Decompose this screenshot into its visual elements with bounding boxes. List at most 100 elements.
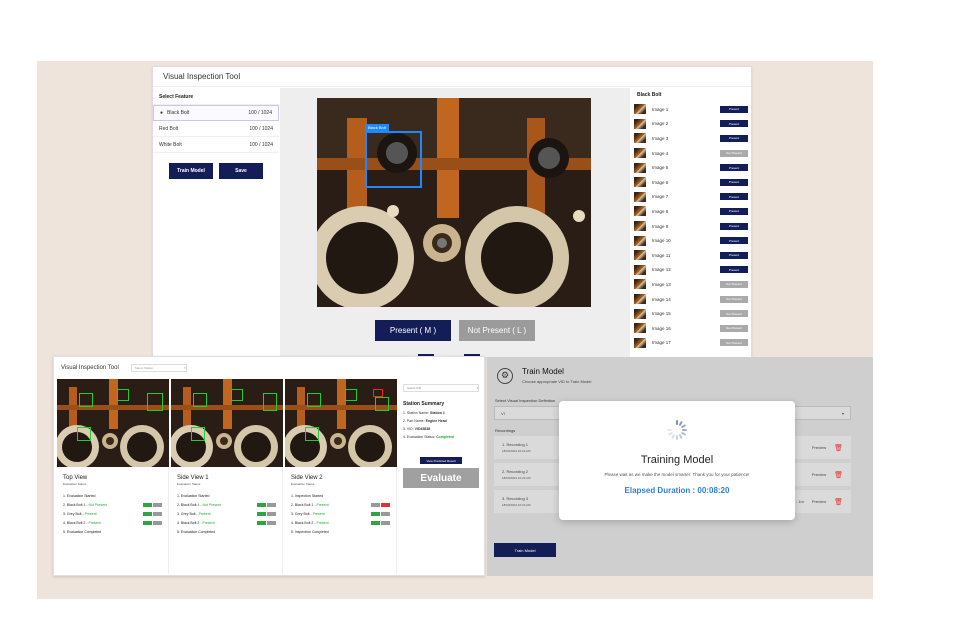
recording-time: 10:24 AM bbox=[517, 503, 531, 507]
image-list: Image 1 Present Image 2 Present Image 3 Prese… bbox=[631, 102, 751, 350]
image-status-tag[interactable]: Not Present bbox=[720, 324, 748, 332]
status-mark[interactable] bbox=[267, 520, 276, 525]
status-mark[interactable] bbox=[267, 502, 276, 507]
image-list-item[interactable]: Image 6 Present bbox=[631, 175, 751, 190]
bounding-box-label: Black Bolt bbox=[365, 124, 389, 131]
preview-link[interactable]: Preview bbox=[812, 445, 826, 450]
status-row: 3. Grey Bolt - Present bbox=[285, 509, 396, 518]
image-status-tag[interactable]: Present bbox=[720, 120, 748, 128]
train-model-submit-button[interactable]: Train Model bbox=[494, 543, 556, 557]
status-row: 1. Inspection Started bbox=[285, 491, 396, 500]
image-list-item[interactable]: Image 17 Not Present bbox=[631, 336, 751, 351]
image-list-item[interactable]: Image 7 Present bbox=[631, 190, 751, 205]
summary-label: 3. VID: bbox=[403, 427, 415, 431]
image-list-item[interactable]: Image 14 Not Present bbox=[631, 292, 751, 307]
evaluate-button[interactable]: Evaluate bbox=[403, 468, 479, 488]
status-mark[interactable] bbox=[143, 502, 152, 507]
image-list-item[interactable]: Image 10 Present bbox=[631, 233, 751, 248]
status-mark[interactable] bbox=[257, 520, 266, 525]
status-marks bbox=[257, 511, 276, 516]
detection-box bbox=[191, 427, 205, 441]
status-mark[interactable] bbox=[381, 511, 390, 516]
inspection-window: Visual Inspection Tool Select Feature ● B… bbox=[152, 66, 752, 358]
image-list-item[interactable]: Image 5 Present bbox=[631, 160, 751, 175]
image-list-item[interactable]: Image 3 Present bbox=[631, 131, 751, 146]
image-list-item[interactable]: Image 4 Not Present bbox=[631, 146, 751, 161]
image-list-item[interactable]: Image 8 Present bbox=[631, 204, 751, 219]
present-button[interactable]: Present ( M ) bbox=[375, 320, 451, 341]
detection-box bbox=[373, 389, 383, 397]
image-status-tag[interactable]: Present bbox=[720, 222, 748, 230]
trash-icon[interactable]: 🗑 bbox=[834, 498, 843, 506]
image-status-tag[interactable]: Not Present bbox=[720, 339, 748, 347]
train-model-button[interactable]: Train Model bbox=[169, 163, 213, 179]
image-status-tag[interactable]: Present bbox=[720, 193, 748, 201]
status-marks bbox=[371, 502, 390, 507]
bounding-box[interactable]: Black Bolt bbox=[365, 124, 422, 188]
image-name: Image 14 bbox=[652, 296, 671, 302]
status-mark[interactable] bbox=[381, 502, 390, 507]
image-list-item[interactable]: Image 13 Not Present bbox=[631, 277, 751, 292]
image-status-tag[interactable]: Present bbox=[720, 266, 748, 274]
status-mark[interactable] bbox=[371, 520, 380, 525]
view-image bbox=[57, 379, 169, 467]
detection-box bbox=[263, 393, 277, 411]
view-image bbox=[171, 379, 283, 467]
status-mark[interactable] bbox=[371, 502, 380, 507]
image-list-item[interactable]: Image 1 Present bbox=[631, 102, 751, 117]
station-select[interactable]: Select Station ▾ bbox=[130, 363, 187, 372]
preview-link[interactable]: Preview bbox=[812, 472, 826, 477]
image-list-item[interactable]: Image 15 Not Present bbox=[631, 306, 751, 321]
vid-select[interactable]: Select VID ▾ bbox=[403, 384, 479, 392]
status-mark[interactable] bbox=[153, 511, 162, 516]
image-thumbnail bbox=[634, 308, 646, 319]
status-mark[interactable] bbox=[143, 520, 152, 525]
save-button[interactable]: Save bbox=[219, 163, 263, 179]
recording-info: 2. Recording 2 18/03/2024 10:24 AM bbox=[502, 469, 531, 480]
image-status-tag[interactable]: Present bbox=[720, 207, 748, 215]
image-thumbnail bbox=[634, 206, 646, 217]
status-label: 2. Black Bolt 1 - bbox=[291, 502, 317, 507]
status-mark[interactable] bbox=[143, 511, 152, 516]
status-marks bbox=[371, 511, 390, 516]
status-mark[interactable] bbox=[381, 520, 390, 525]
image-status-tag[interactable]: Not Present bbox=[720, 280, 748, 288]
image-status-tag[interactable]: Present bbox=[720, 164, 748, 172]
feature-item-red-bolt[interactable]: Red Bolt 100 / 1024 bbox=[153, 121, 279, 137]
status-mark[interactable] bbox=[257, 502, 266, 507]
image-list-item[interactable]: Image 2 Present bbox=[631, 117, 751, 132]
image-status-tag[interactable]: Not Present bbox=[720, 295, 748, 303]
status-mark[interactable] bbox=[267, 511, 276, 516]
view-predicted-result-button[interactable]: View Predicted Result bbox=[420, 457, 462, 464]
recording-date: 18/03/2024 bbox=[502, 449, 518, 453]
detection-box bbox=[305, 427, 319, 441]
trash-icon[interactable]: 🗑 bbox=[834, 471, 843, 479]
status-mark[interactable] bbox=[371, 511, 380, 516]
status-value: Present bbox=[202, 520, 215, 525]
image-status-tag[interactable]: Present bbox=[720, 251, 748, 259]
trash-icon[interactable]: 🗑 bbox=[834, 444, 843, 452]
not-present-button[interactable]: Not Present ( L ) bbox=[459, 320, 535, 341]
feature-item-black-bolt[interactable]: ● Black Bolt 100 / 1024 bbox=[153, 105, 279, 121]
preview-link[interactable]: Preview bbox=[812, 499, 826, 504]
image-status-tag[interactable]: Present bbox=[720, 134, 748, 142]
image-status-tag[interactable]: Present bbox=[720, 105, 748, 113]
image-status-tag[interactable]: Not Present bbox=[720, 149, 748, 157]
image-list-item[interactable]: Image 11 Present bbox=[631, 248, 751, 263]
status-mark[interactable] bbox=[153, 502, 162, 507]
summary-row: 4. Evaluation Status: Completed bbox=[399, 434, 483, 442]
image-status-tag[interactable]: Not Present bbox=[720, 310, 748, 318]
feature-item-white-bolt[interactable]: White Bolt 100 / 1024 bbox=[153, 137, 279, 153]
status-mark[interactable] bbox=[153, 520, 162, 525]
status-mark[interactable] bbox=[257, 511, 266, 516]
summary-row: 1. Station Name: Station 1 bbox=[399, 410, 483, 418]
status-marks bbox=[257, 520, 276, 525]
image-thumbnail bbox=[634, 235, 646, 246]
view-subtitle: Evaluation Status bbox=[177, 482, 201, 486]
image-status-tag[interactable]: Present bbox=[720, 178, 748, 186]
image-list-item[interactable]: Image 16 Not Present bbox=[631, 321, 751, 336]
image-list-item[interactable]: Image 12 Present bbox=[631, 263, 751, 278]
status-value: Present bbox=[198, 511, 211, 516]
image-list-item[interactable]: Image 9 Present bbox=[631, 219, 751, 234]
image-status-tag[interactable]: Present bbox=[720, 237, 748, 245]
